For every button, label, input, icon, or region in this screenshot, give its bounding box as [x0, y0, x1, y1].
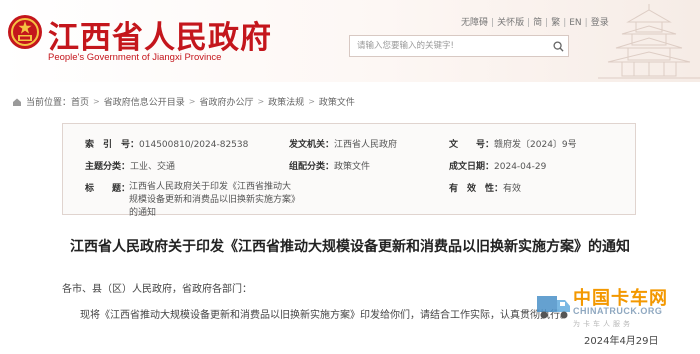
chevron-right-icon: > — [93, 97, 100, 106]
document-title: 江西省人民政府关于印发《江西省推动大规模设备更新和消费品以旧换新实施方案》的通知 — [70, 239, 630, 255]
search-icon — [552, 40, 564, 52]
validity-row: 有 效 性：有效 — [449, 184, 522, 194]
index-number-row: 索 引 号：014500810/2024-82538 — [85, 140, 249, 150]
pagoda-illustration — [598, 4, 700, 79]
search-button[interactable] — [548, 36, 568, 56]
search-box — [349, 35, 569, 57]
english-link[interactable]: EN — [569, 18, 581, 28]
site-header: 江西省人民政府 People's Government of Jiangxi P… — [0, 0, 700, 82]
breadcrumb-prefix: 当前位置： — [26, 98, 72, 108]
document-metadata-box: 索 引 号：014500810/2024-82538 发文机关：江西省人民政府 … — [62, 123, 636, 218]
written-date-row: 成文日期：2024-04-29 — [449, 162, 547, 172]
chevron-right-icon: > — [308, 97, 315, 106]
breadcrumb-home[interactable]: 首页 — [71, 95, 89, 108]
salutation: 各市、县（区）人民政府，省政府各部门： — [62, 284, 252, 295]
breadcrumb-policy-docs[interactable]: 政策文件 — [319, 95, 355, 108]
genre-row: 组配分类：政策文件 — [289, 162, 371, 172]
truck-logo-icon — [537, 296, 570, 319]
accessibility-link[interactable]: 无障碍 — [461, 18, 488, 28]
simplified-link[interactable]: 简 — [533, 18, 542, 28]
topic-row: 主题分类：工业、交通 — [85, 162, 176, 172]
issuer-row: 发文机关：江西省人民政府 — [289, 140, 398, 150]
top-links: 无障碍 | 关怀版 | 简 | 繁 | EN | 登录 — [461, 18, 609, 28]
chinatruck-watermark: 中国卡车网 CHINATRUCK.ORG 为卡车人服务 — [535, 282, 700, 338]
body-paragraph: 现将《江西省推动大规模设备更新和消费品以旧换新实施方案》印发给你们，请结合工作实… — [80, 310, 570, 321]
breadcrumb-policies[interactable]: 政策法规 — [268, 95, 304, 108]
breadcrumb-general-office[interactable]: 省政府办公厅 — [199, 95, 253, 108]
traditional-link[interactable]: 繁 — [551, 18, 560, 28]
document-number-row: 文 号：赣府发〔2024〕9号 — [449, 140, 577, 150]
title-label: 标 题： — [85, 184, 131, 194]
site-title: 江西省人民政府 — [48, 20, 272, 56]
watermark-tagline: 为卡车人服务 — [573, 320, 633, 328]
title-value: 江西省人民政府关于印发《江西省推动大规模设备更新和消费品以旧换新实施方案》的通知 — [129, 182, 296, 218]
national-emblem-icon — [8, 15, 42, 49]
location-icon — [13, 98, 21, 106]
site-subtitle: People's Government of Jiangxi Province — [48, 52, 222, 63]
chevron-right-icon: > — [257, 97, 265, 106]
breadcrumb: 当前位置： 首页 > 省政府信息公开目录 > 省政府办公厅 > 政策法规 > 政… — [12, 95, 355, 108]
login-link[interactable]: 登录 — [591, 18, 609, 28]
watermark-en-text: CHINATRUCK.ORG — [573, 306, 663, 316]
breadcrumb-info-catalog[interactable]: 省政府信息公开目录 — [104, 95, 185, 108]
search-input[interactable] — [350, 36, 548, 56]
chevron-right-icon: > — [188, 97, 196, 106]
care-mode-link[interactable]: 关怀版 — [497, 18, 524, 28]
